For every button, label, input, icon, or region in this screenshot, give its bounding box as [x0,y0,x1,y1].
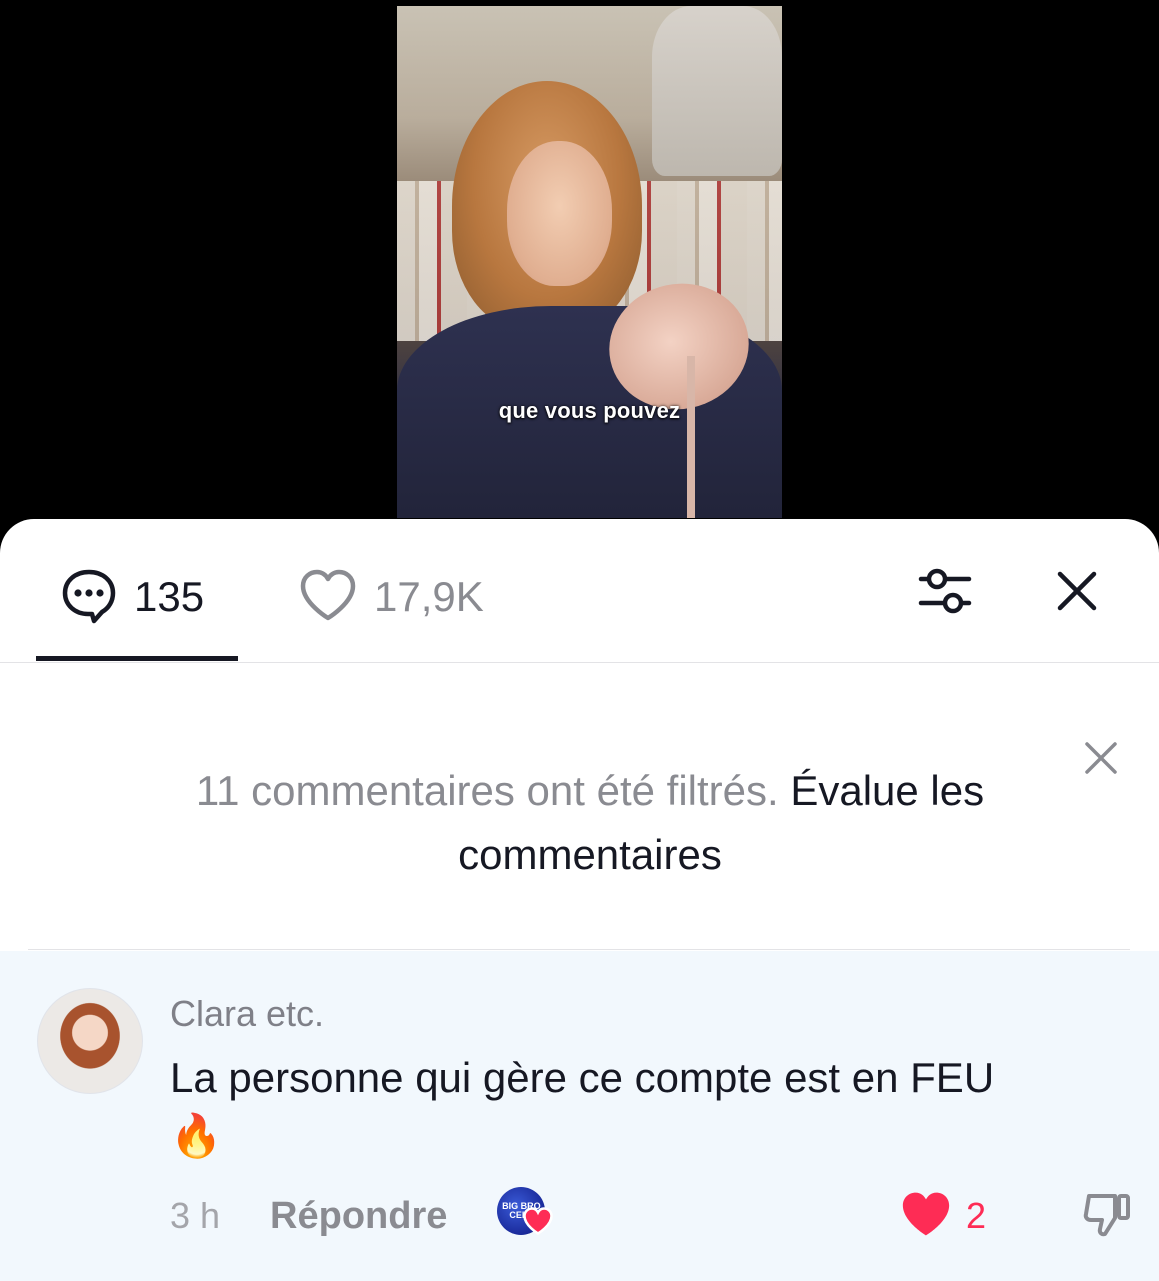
heart-outline-icon [298,567,358,628]
sliders-icon [917,565,973,622]
video-background-person [652,6,782,176]
divider [28,949,1130,950]
comment-item: Clara etc. La personne qui gère ce compt… [0,951,1159,1281]
active-tab-indicator [36,656,238,661]
comments-sheet: 135 17,9K 11 commentaires ont été filtré… [0,519,1159,1281]
video-player[interactable]: que vous pouvez [0,0,1159,540]
reply-button[interactable]: Répondre [270,1195,447,1238]
likes-count: 17,9K [374,573,484,620]
notice-text: 11 commentaires ont été filtrés. [195,767,779,814]
fire-emoji: 🔥 [170,1112,223,1159]
comment-like-count: 2 [966,1195,987,1236]
video-subtitle: que vous pouvez [498,398,681,423]
comment-body: La personne qui gère ce compte est en FE… [170,1054,995,1101]
close-icon [1084,741,1118,780]
video-frame[interactable]: que vous pouvez [397,6,782,518]
comment-bubble-icon [60,566,118,629]
heart-icon [523,1207,554,1240]
comment-time: 3 h [170,1195,221,1236]
comments-count: 135 [134,573,205,620]
video-person-face [507,141,612,286]
thumbs-down-icon [1081,1188,1133,1245]
creator-liked-badge: BIG BRO CELE [497,1187,555,1245]
dislike-button[interactable] [1078,1187,1136,1245]
sheet-tab-bar: 135 17,9K [0,519,1159,663]
filter-button[interactable] [912,563,978,623]
avatar[interactable] [38,989,142,1093]
comment-like-button[interactable]: 2 [900,1189,986,1243]
comment-username[interactable]: Clara etc. [170,993,324,1035]
tab-likes[interactable]: 17,9K [298,567,484,627]
close-icon [1055,569,1099,618]
close-sheet-button[interactable] [1046,563,1108,623]
heart-filled-icon [900,1190,952,1243]
comment-text: La personne qui gère ce compte est en FE… [170,1049,1130,1165]
video-mirror-stand [687,356,695,518]
comment-meta: 3 h Répondre BIG BRO CELE [170,1187,555,1245]
dismiss-notice-button[interactable] [1072,731,1130,789]
tab-comments[interactable]: 135 [60,567,204,627]
filtered-comments-notice: 11 commentaires ont été filtrés. Évalue … [120,759,1060,887]
